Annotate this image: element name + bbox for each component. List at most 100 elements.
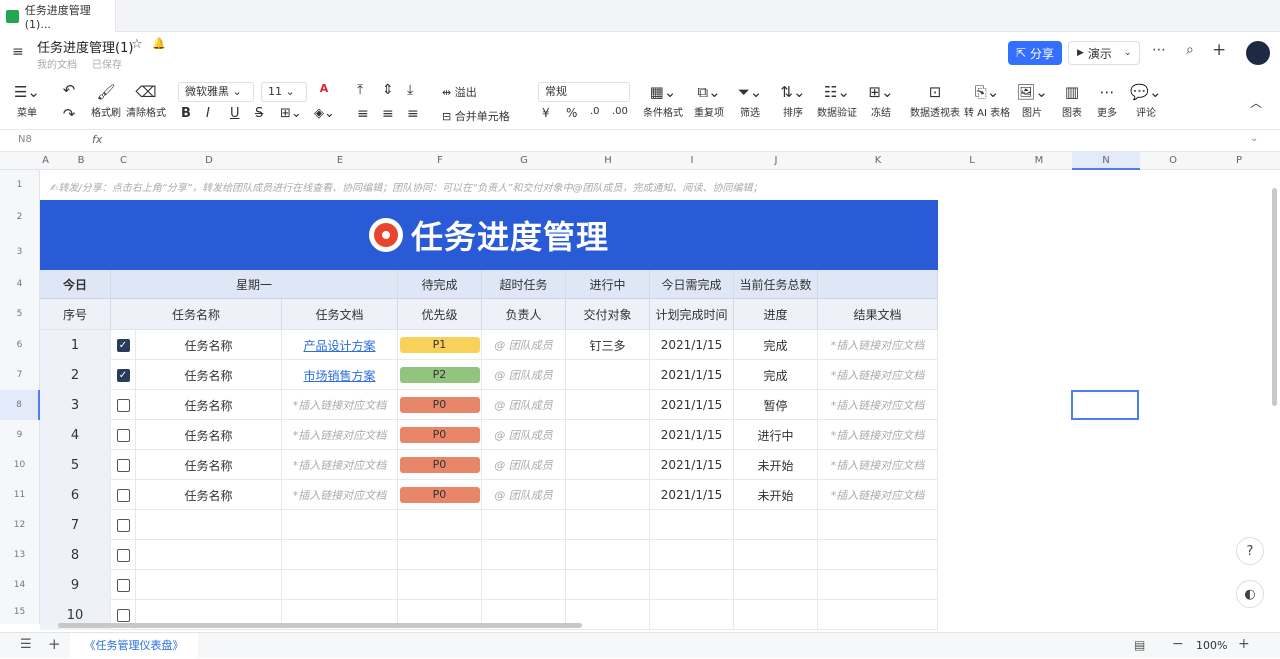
header-priority[interactable]: 优先级 (398, 299, 482, 329)
task-seq[interactable]: 8 (40, 540, 111, 570)
task-deliver[interactable] (566, 510, 650, 540)
task-owner[interactable]: @ 团队成员 (482, 390, 566, 420)
task-result[interactable]: *插入链接对应文档 (818, 330, 938, 360)
header-plan-date[interactable]: 计划完成时间 (650, 299, 734, 329)
row-header-3[interactable]: 3 (0, 235, 40, 270)
duplicates-button[interactable]: ⧉⌄ 重复项 (690, 84, 728, 119)
col-header-p[interactable]: P (1206, 152, 1272, 170)
task-deliver[interactable] (566, 480, 650, 510)
task-progress[interactable] (734, 570, 818, 600)
task-deliver[interactable]: 钉三多 (566, 330, 650, 360)
task-checkbox[interactable] (111, 510, 136, 540)
document-tab[interactable]: 任务进度管理(1)... (0, 0, 116, 32)
fill-color-icon[interactable]: ◈⌄ (314, 106, 335, 121)
task-name[interactable]: 任务名称 (136, 390, 282, 420)
row-header-15[interactable]: 15 (0, 600, 40, 624)
header-deliver[interactable]: 交付对象 (566, 299, 650, 329)
share-button[interactable]: ⇱ 分享 (1008, 41, 1062, 65)
task-deliver[interactable] (566, 360, 650, 390)
grid-view-icon[interactable]: ▤ (1134, 638, 1145, 652)
col-header-e[interactable]: E (282, 152, 398, 170)
task-checkbox[interactable] (111, 390, 136, 420)
col-header-d[interactable]: D (136, 152, 282, 170)
task-name[interactable] (136, 570, 282, 600)
font-size-select[interactable]: 11 ⌄ (261, 82, 307, 102)
col-header-c[interactable]: C (111, 152, 136, 170)
task-priority[interactable]: P2 (398, 360, 482, 390)
task-name[interactable] (136, 510, 282, 540)
horizontal-scrollbar[interactable] (58, 623, 582, 628)
task-progress[interactable] (734, 540, 818, 570)
star-icon[interactable]: ☆ (131, 37, 143, 52)
task-progress[interactable]: 完成 (734, 360, 818, 390)
task-seq[interactable]: 3 (40, 390, 111, 420)
col-header-j[interactable]: J (734, 152, 818, 170)
help-button[interactable]: ? (1236, 537, 1264, 565)
row-header-10[interactable]: 10 (0, 450, 40, 480)
task-deliver[interactable] (566, 540, 650, 570)
row-header-14[interactable]: 14 (0, 570, 40, 600)
task-doc-link[interactable]: *插入链接对应文档 (282, 420, 398, 450)
row-header-6[interactable]: 6 (0, 330, 40, 360)
font-family-select[interactable]: 微软雅黑 ⌄ (178, 82, 254, 102)
merge-cells-button[interactable]: ⊟ 合并单元格 (442, 108, 510, 124)
task-date[interactable] (650, 510, 734, 540)
task-name[interactable]: 任务名称 (136, 420, 282, 450)
align-right-icon[interactable]: ≡ (407, 106, 419, 122)
avatar[interactable] (1246, 41, 1270, 65)
col-header-l[interactable]: L (938, 152, 1006, 170)
task-priority[interactable] (398, 540, 482, 570)
italic-icon[interactable]: I (206, 106, 210, 121)
percent-icon[interactable]: % (566, 106, 577, 120)
task-doc-link[interactable]: 市场销售方案 (282, 360, 398, 390)
zoom-in-icon[interactable]: + (1238, 636, 1250, 652)
task-checkbox[interactable] (111, 540, 136, 570)
cell-reference[interactable]: N8 (18, 134, 32, 145)
add-sheet-icon[interactable]: + (48, 635, 61, 653)
task-date[interactable]: 2021/1/15 (650, 360, 734, 390)
task-priority[interactable]: P0 (398, 390, 482, 420)
task-progress[interactable]: 完成 (734, 330, 818, 360)
strikethrough-icon[interactable]: S (255, 106, 263, 121)
task-name[interactable]: 任务名称 (136, 480, 282, 510)
col-header-h[interactable]: H (566, 152, 650, 170)
chevron-down-icon[interactable]: ⌄ (1124, 48, 1132, 58)
task-deliver[interactable] (566, 420, 650, 450)
add-icon[interactable]: + (1212, 40, 1226, 60)
row-header-13[interactable]: 13 (0, 540, 40, 570)
header-result-doc[interactable]: 结果文档 (818, 299, 938, 329)
chart-button[interactable]: ▥ 图表 (1058, 84, 1086, 119)
task-doc-link[interactable] (282, 510, 398, 540)
task-checkbox[interactable] (111, 570, 136, 600)
task-result[interactable] (818, 510, 938, 540)
task-priority[interactable]: P0 (398, 420, 482, 450)
task-checkbox[interactable] (111, 420, 136, 450)
document-location[interactable]: 我的文档 (37, 56, 77, 71)
task-priority[interactable]: P0 (398, 450, 482, 480)
task-priority[interactable]: P0 (398, 480, 482, 510)
task-deliver[interactable] (566, 450, 650, 480)
task-deliver[interactable] (566, 570, 650, 600)
conditional-format-button[interactable]: ▦⌄ 条件格式 (642, 84, 684, 119)
col-header-b[interactable]: B (51, 152, 111, 170)
sheet-tab-dashboard[interactable]: 《任务管理仪表盘》 (70, 633, 198, 659)
task-owner[interactable]: @ 团队成员 (482, 330, 566, 360)
task-name[interactable] (136, 540, 282, 570)
expand-formula-icon[interactable]: ⌄ (1250, 133, 1258, 144)
selected-cell-n8[interactable] (1071, 390, 1139, 420)
row-header-2[interactable]: 2 (0, 200, 40, 235)
data-validation-button[interactable]: ☷⌄ 数据验证 (816, 84, 858, 119)
task-progress[interactable] (734, 510, 818, 540)
task-owner[interactable]: @ 团队成员 (482, 420, 566, 450)
task-result[interactable] (818, 570, 938, 600)
overflow-button[interactable]: ⇹ 溢出 (442, 84, 477, 100)
row-header-5[interactable]: 5 (0, 299, 40, 330)
format-painter-button[interactable]: 🖌 格式刷 (86, 84, 126, 119)
summary-total[interactable]: 当前任务总数 (734, 270, 818, 298)
task-owner[interactable]: @ 团队成员 (482, 450, 566, 480)
row-header-12[interactable]: 12 (0, 510, 40, 540)
task-deliver[interactable] (566, 390, 650, 420)
task-progress[interactable]: 暂停 (734, 390, 818, 420)
function-icon[interactable]: fx (92, 133, 102, 146)
task-date[interactable] (650, 570, 734, 600)
